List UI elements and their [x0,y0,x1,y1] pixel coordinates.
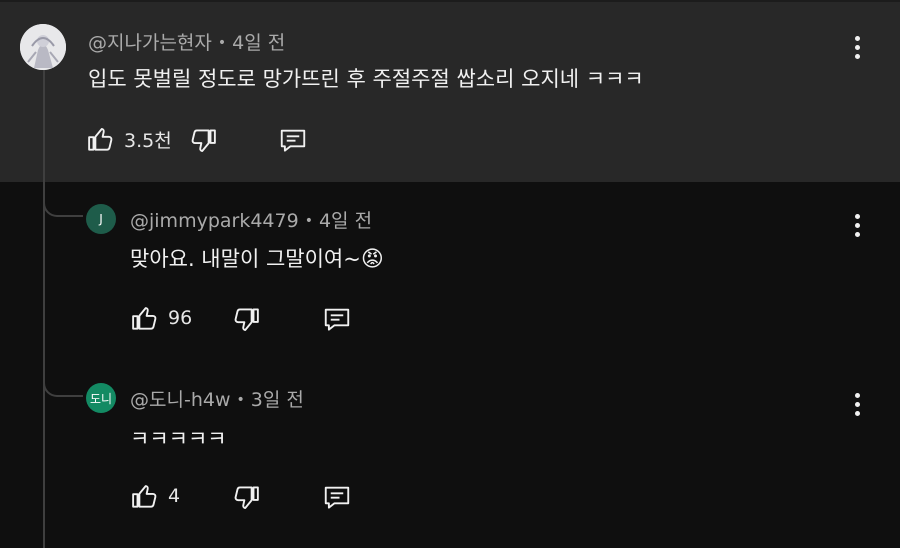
more-options-icon[interactable] [847,32,867,62]
dislike-button[interactable] [231,305,261,335]
more-options-icon[interactable] [847,389,867,419]
separator-dot: • [236,392,245,408]
comment-time[interactable]: 3일 전 [251,389,304,411]
avatar[interactable]: J [86,204,116,234]
avatar-letter: J [99,212,103,226]
separator-dot: • [304,213,313,229]
thumbs-up-icon [132,307,157,330]
like-count: 3.5천 [124,129,172,152]
comment-author[interactable]: @지나가는현자 [88,32,212,54]
comment-meta: @지나가는현자 • 4일 전 [88,28,285,55]
dislike-button[interactable] [231,483,261,513]
like-button[interactable]: 4 [130,481,180,511]
reply-button[interactable] [277,125,309,155]
reply-icon [324,486,350,509]
reply-button[interactable] [321,482,353,512]
like-count: 96 [168,307,193,329]
more-options-icon[interactable] [847,210,867,240]
reply-button[interactable] [321,304,353,334]
comment-time[interactable]: 4일 전 [319,210,372,232]
comment-author[interactable]: @도니-h4w [130,389,231,411]
dislike-button[interactable] [188,126,218,156]
thumbs-up-icon [88,128,113,151]
reply-icon [324,308,350,331]
comment-time[interactable]: 4일 전 [232,32,285,54]
comment-text: 맞아요. 내말이 그말이여~😡 [130,243,384,273]
like-count: 4 [168,485,181,507]
avatar-letter: 도니 [89,391,113,406]
separator-dot: • [217,35,227,51]
thumbs-down-icon [234,486,259,509]
reply-icon [280,129,306,152]
comment-text-body: 맞아요. 내말이 그말이여~ [130,247,361,271]
thumbs-down-icon [191,129,216,152]
like-button[interactable]: 96 [130,303,192,333]
anime-character-avatar-icon [20,24,66,70]
comment-meta: @jimmypark4479 • 4일 전 [130,206,372,233]
thread-line [43,68,45,548]
comment-meta: @도니-h4w • 3일 전 [130,385,304,412]
comment-author[interactable]: @jimmypark4479 [130,210,299,232]
thumbs-down-icon [234,308,259,331]
comment-text: ㅋㅋㅋㅋㅋ [130,427,227,451]
reply-connector [43,367,83,397]
avatar[interactable] [20,24,66,70]
avatar[interactable]: 도니 [86,383,116,413]
angry-emoji: 😡 [360,247,384,272]
thumbs-up-icon [132,485,157,508]
comment-text: 입도 못벌릴 정도로 망가뜨린 후 주절주절 쌉소리 오지네 ㅋㅋㅋ [88,67,644,91]
reply-connector [43,187,83,217]
like-button[interactable]: 3.5천 [86,124,172,154]
